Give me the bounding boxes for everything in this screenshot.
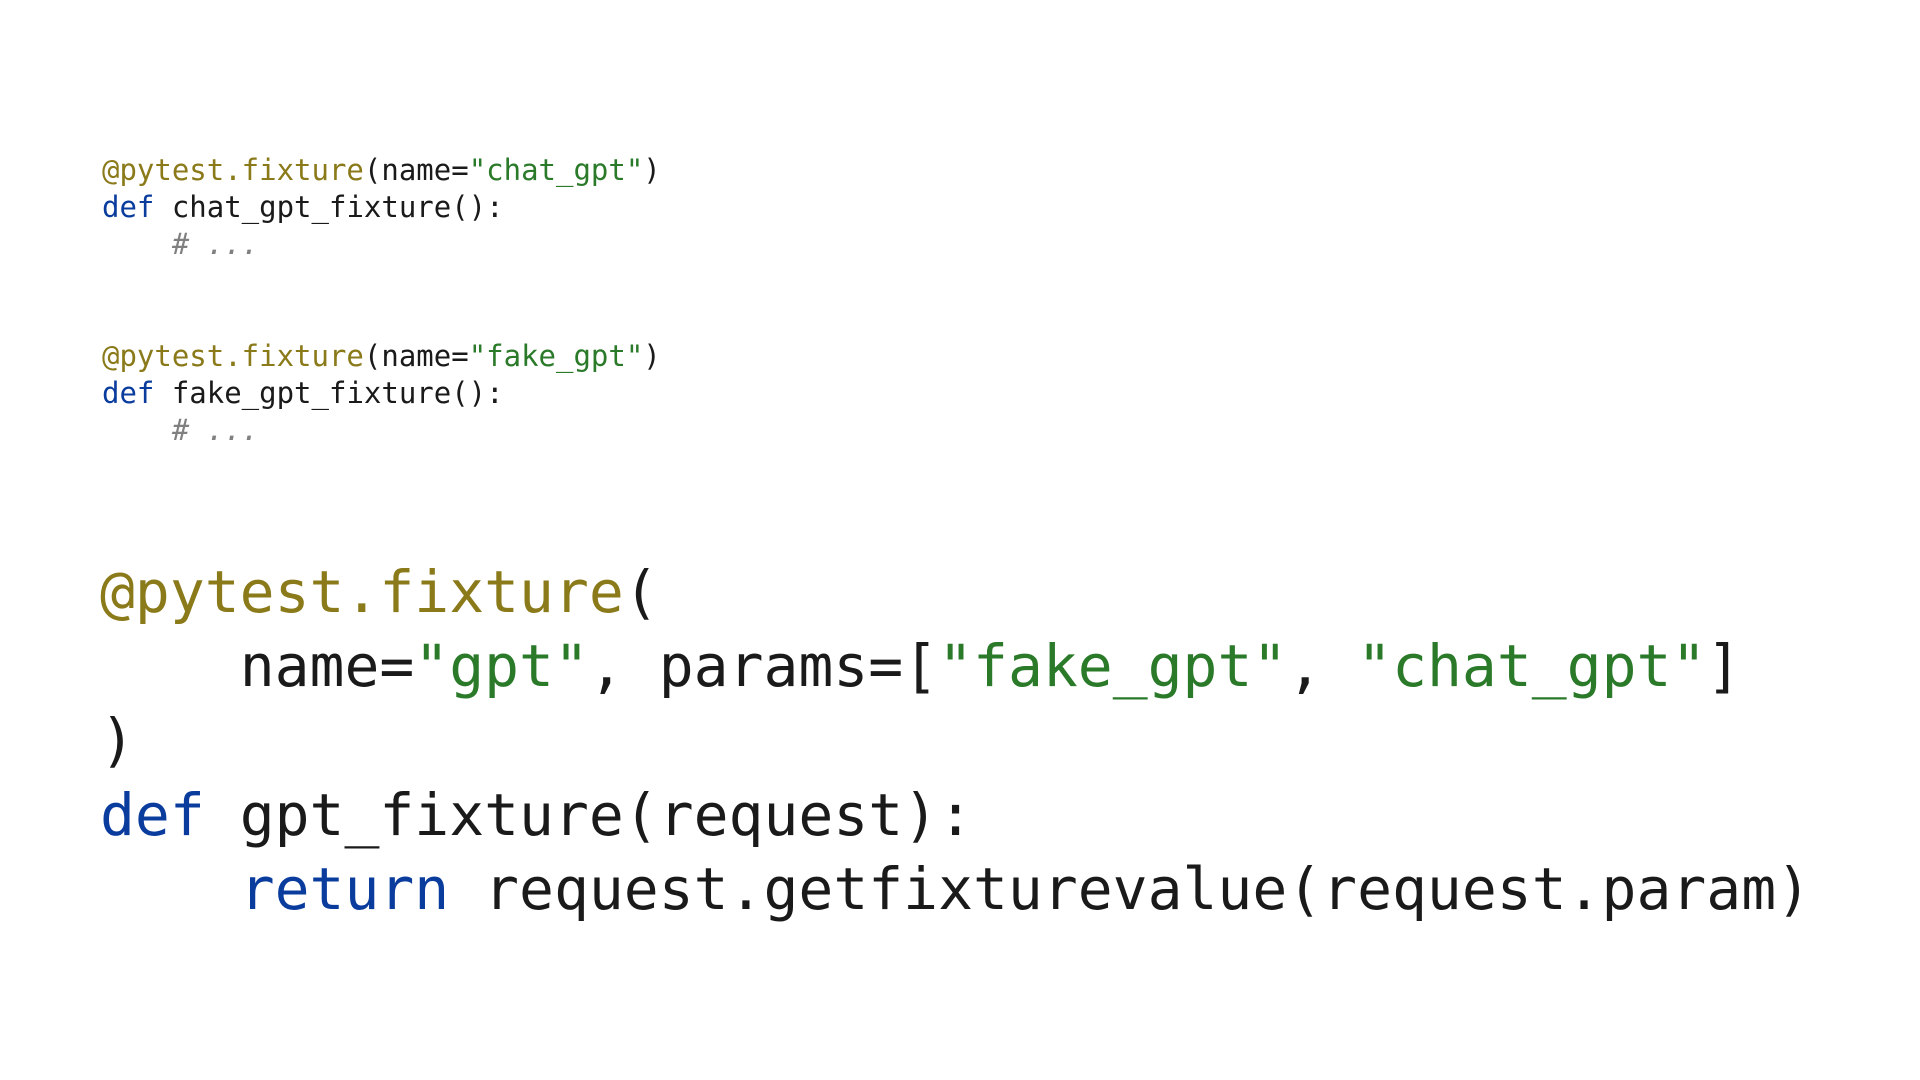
bracket-open: [ <box>903 632 938 700</box>
paren-close: ) <box>643 153 660 187</box>
string-literal: "fake_gpt" <box>469 339 644 373</box>
paren-close: ) <box>100 706 135 774</box>
decorator: @pytest.fixture <box>100 558 624 626</box>
small-code-block: @pytest.fixture(name="chat_gpt") def cha… <box>102 152 661 449</box>
keyword-def: def <box>100 781 240 849</box>
keyword-def: def <box>102 376 172 410</box>
equals: = <box>868 632 903 700</box>
equals: = <box>451 339 468 373</box>
kwarg-name: name <box>381 153 451 187</box>
comment: # ... <box>172 413 259 447</box>
paren-open: ( <box>624 558 659 626</box>
string-literal: "gpt" <box>414 632 589 700</box>
function-name: gpt_fixture <box>240 781 624 849</box>
keyword-def: def <box>102 190 172 224</box>
decorator: @pytest.fixture <box>102 339 364 373</box>
kwarg-name: name <box>240 632 380 700</box>
indent <box>100 632 240 700</box>
code-slide: @pytest.fixture(name="chat_gpt") def cha… <box>0 0 1920 1080</box>
string-literal: "chat_gpt" <box>1357 632 1706 700</box>
signature: (): <box>451 376 503 410</box>
param-name: request <box>659 781 903 849</box>
indent <box>100 855 240 923</box>
function-name: fake_gpt_fixture <box>172 376 451 410</box>
bracket-close: ] <box>1706 632 1741 700</box>
comma: , <box>589 632 659 700</box>
kwarg-params: params <box>659 632 869 700</box>
equals: = <box>379 632 414 700</box>
comment: # ... <box>172 227 259 261</box>
paren-close-colon: ): <box>903 781 973 849</box>
string-literal: "chat_gpt" <box>469 153 644 187</box>
equals: = <box>451 153 468 187</box>
signature: (): <box>451 190 503 224</box>
paren-open: ( <box>364 153 381 187</box>
paren-close: ) <box>643 339 660 373</box>
paren-open: ( <box>624 781 659 849</box>
kwarg-name: name <box>381 339 451 373</box>
function-name: chat_gpt_fixture <box>172 190 451 224</box>
expression: request.getfixturevalue(request.param) <box>484 855 1811 923</box>
comma: , <box>1287 632 1357 700</box>
string-literal: "fake_gpt" <box>938 632 1287 700</box>
indent <box>102 227 172 261</box>
big-code-block: @pytest.fixture( name="gpt", params=["fa… <box>100 555 1811 926</box>
decorator: @pytest.fixture <box>102 153 364 187</box>
indent <box>102 413 172 447</box>
paren-open: ( <box>364 339 381 373</box>
keyword-return: return <box>240 855 484 923</box>
